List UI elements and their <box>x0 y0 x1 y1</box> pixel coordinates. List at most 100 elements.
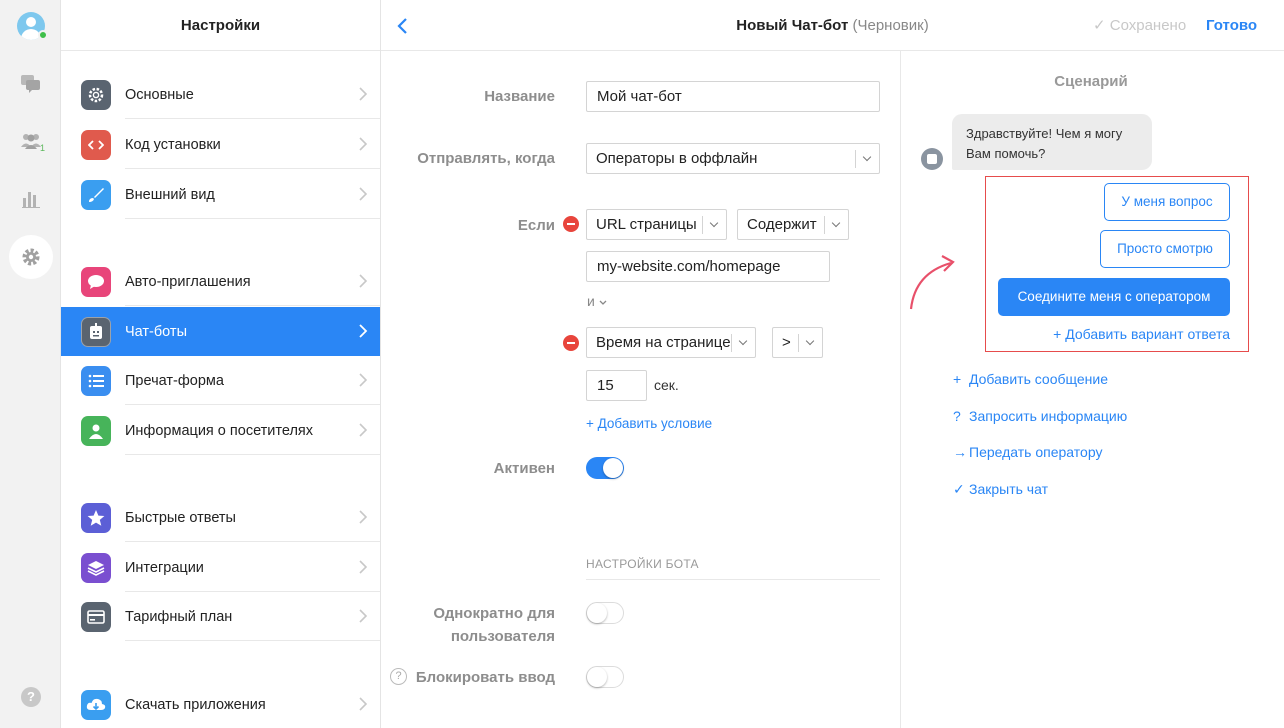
menu-item-label: Быстрые ответы <box>125 509 236 526</box>
bot-name-input[interactable] <box>586 81 880 112</box>
menu-item-label: Чат-боты <box>125 323 187 340</box>
menu-item-chatbots[interactable]: Чат-боты <box>61 307 380 356</box>
time-value-input[interactable] <box>586 370 647 401</box>
menu-item-install-code[interactable]: Код установки <box>61 120 380 169</box>
and-dropdown[interactable]: и <box>587 293 607 309</box>
time-unit-label: сек. <box>654 377 679 393</box>
condition-operator-select[interactable]: > <box>772 327 823 358</box>
chevron-down-icon <box>599 300 607 305</box>
menu-item-label: Интеграции <box>125 559 204 576</box>
reply-button-browsing[interactable]: Просто смотрю <box>1100 230 1230 268</box>
menu-item-integrations[interactable]: Интеграции <box>61 543 380 592</box>
menu-item-label: Информация о посетителях <box>125 422 314 439</box>
once-per-user-label: Однократно для <box>433 605 555 622</box>
bot-settings-header: НАСТРОЙКИ БОТА <box>586 557 880 580</box>
code-icon <box>81 129 111 160</box>
gear-icon <box>81 79 111 110</box>
menu-item-label: Скачать приложения <box>125 696 266 713</box>
menu-item-pricing-plan[interactable]: Тарифный план <box>61 592 380 641</box>
chevron-right-icon <box>359 423 368 437</box>
menu-item-label: Внешний вид <box>125 186 215 203</box>
person-card-icon <box>81 415 111 446</box>
chevron-right-icon <box>359 137 368 151</box>
chevron-right-icon <box>359 324 368 338</box>
chevron-right-icon <box>359 274 368 288</box>
chevron-right-icon <box>359 697 368 711</box>
bot-avatar-icon <box>921 148 943 170</box>
bot-message-bubble[interactable]: Здравствуйте! Чем я могу Вам помочь? <box>952 114 1152 170</box>
menu-item-download-apps[interactable]: Скачать приложения <box>61 680 380 728</box>
condition-field-select[interactable]: Время на странице <box>586 327 756 358</box>
help-icon[interactable]: ? <box>21 687 41 707</box>
chevron-right-icon <box>359 609 368 623</box>
send-when-select[interactable]: Операторы в оффлайн <box>586 143 880 174</box>
menu-item-label: Код установки <box>125 136 221 153</box>
remove-condition-icon[interactable] <box>563 335 579 351</box>
menu-item-visitor-info[interactable]: Информация о посетителях <box>61 406 380 455</box>
block-input-label: Блокировать ввод <box>415 669 555 686</box>
layers-icon <box>81 552 111 583</box>
condition-operator-select[interactable]: Содержит <box>737 209 849 240</box>
chevron-right-icon <box>359 510 368 524</box>
remove-condition-icon[interactable] <box>563 216 579 232</box>
condition-field-select[interactable]: URL страницы <box>586 209 727 240</box>
menu-item-general[interactable]: Основные <box>61 70 380 119</box>
stats-icon[interactable] <box>0 179 61 219</box>
visitors-badge: 1 <box>40 143 46 153</box>
brush-icon <box>81 179 111 210</box>
add-condition-link[interactable]: + Добавить условие <box>586 416 712 431</box>
menu-item-auto-invites[interactable]: Авто-приглашения <box>61 257 380 306</box>
chevron-right-icon <box>359 87 368 101</box>
reply-button-question[interactable]: У меня вопрос <box>1104 183 1230 221</box>
add-reply-link[interactable]: + Добавить вариант ответа <box>1053 326 1230 342</box>
scenario-title: Сценарий <box>1054 73 1128 90</box>
app-rail: 1 ? <box>0 0 61 728</box>
settings-nav-button[interactable] <box>9 235 53 279</box>
request-info-link[interactable]: ? Запросить информацию <box>953 408 1127 424</box>
main-area: Новый Чат-бот (Черновик) ✓ Сохранено Гот… <box>381 0 1284 728</box>
bot-icon <box>81 316 111 347</box>
reply-button-connect-operator[interactable]: Соедините меня с оператором <box>998 278 1230 316</box>
top-bar: Новый Чат-бот (Черновик) ✓ Сохранено Гот… <box>381 0 1284 51</box>
done-button[interactable]: Готово <box>1206 0 1257 51</box>
transfer-operator-link[interactable]: → Передать оператору <box>953 444 1102 460</box>
chevron-right-icon <box>359 560 368 574</box>
online-status-dot <box>38 30 48 40</box>
menu-item-appearance[interactable]: Внешний вид <box>61 170 380 219</box>
settings-title: Настройки <box>61 0 380 51</box>
chevron-right-icon <box>359 187 368 201</box>
once-per-user-toggle[interactable] <box>586 602 624 624</box>
once-per-user-label-line2: пользователя <box>450 628 555 645</box>
speech-bubble-icon <box>81 266 111 297</box>
active-toggle[interactable] <box>586 457 624 479</box>
chevron-right-icon <box>359 373 368 387</box>
active-label: Активен <box>493 460 555 477</box>
gear-icon <box>22 248 40 266</box>
if-label: Если <box>517 217 555 234</box>
menu-item-label: Пречат-форма <box>125 372 224 389</box>
bot-form: Название Отправлять, когда Операторы в о… <box>381 51 901 728</box>
menu-item-quick-replies[interactable]: Быстрые ответы <box>61 493 380 542</box>
name-label: Название <box>484 88 555 105</box>
add-message-link[interactable]: + Добавить сообщение <box>953 371 1108 387</box>
close-chat-link[interactable]: ✓ Закрыть чат <box>953 481 1048 498</box>
settings-panel: Настройки Основные Код установки Внешний… <box>61 0 381 728</box>
help-icon[interactable]: ? <box>390 668 407 685</box>
menu-item-label: Тарифный план <box>125 608 233 625</box>
menu-item-prechat-form[interactable]: Пречат-форма <box>61 356 380 405</box>
send-when-label: Отправлять, когда <box>417 150 555 167</box>
visitors-icon[interactable] <box>0 121 61 161</box>
saved-status: ✓ Сохранено <box>1093 17 1187 34</box>
list-icon <box>81 365 111 396</box>
scenario-panel: Сценарий Здравствуйте! Чем я могу Вам по… <box>901 51 1284 728</box>
cloud-download-icon <box>81 689 111 720</box>
credit-card-icon <box>81 601 111 632</box>
chat-bubbles-icon[interactable] <box>0 64 61 104</box>
draft-label: (Черновик) <box>852 17 929 34</box>
block-input-toggle[interactable] <box>586 666 624 688</box>
star-icon <box>81 502 111 533</box>
condition-value-input[interactable] <box>586 251 830 282</box>
curved-arrow-icon <box>909 255 955 310</box>
menu-item-label: Основные <box>125 86 194 103</box>
menu-item-label: Авто-приглашения <box>125 273 251 290</box>
